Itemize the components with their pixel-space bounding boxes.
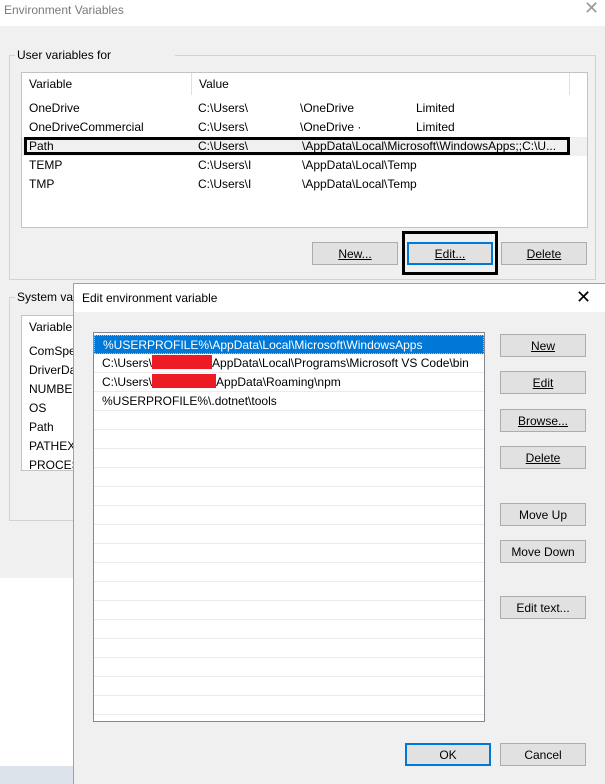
variable-name: OneDrive: [29, 101, 80, 115]
entry-text: %USERPROFILE%\AppData\Local\Microsoft\Wi…: [103, 338, 423, 352]
entry-text-prefix: C:\Users\: [102, 375, 153, 389]
move-up-label: Move Up: [518, 507, 568, 522]
new-label: New: [530, 338, 555, 353]
edit-text-button[interactable]: Edit text...: [500, 596, 586, 619]
variable-value: C:\Users\I: [198, 177, 252, 191]
empty-list-row[interactable]: [94, 430, 484, 449]
dialog-title: Edit environment variable: [82, 291, 218, 305]
move-down-button[interactable]: Move Down: [500, 540, 586, 563]
variable-value: C:\Users\I: [198, 158, 252, 172]
system-variables-label: System var: [15, 290, 80, 304]
empty-list-row[interactable]: [94, 506, 484, 525]
empty-list-row[interactable]: [94, 468, 484, 487]
table-row[interactable]: OneDriveCommercial C:\Users\ \OneDrive ·…: [22, 118, 587, 137]
empty-list-row[interactable]: [94, 563, 484, 582]
empty-list-row[interactable]: [94, 677, 484, 696]
redaction-block: [152, 374, 217, 388]
redaction-block: [152, 355, 213, 369]
entry-text-prefix: C:\Users\: [102, 356, 153, 370]
taskbar-fragment: [0, 766, 73, 784]
table-row[interactable]: DriverDa: [29, 361, 76, 380]
table-row[interactable]: TMP C:\Users\I \AppData\Local\Temp: [22, 175, 587, 194]
edit-button-highlight: [402, 231, 498, 275]
browse-label: Browse...: [517, 413, 568, 428]
empty-list-row[interactable]: [94, 582, 484, 601]
variable-extra: Limited: [416, 101, 455, 115]
list-item[interactable]: %USERPROFILE%\.dotnet\tools: [94, 392, 484, 411]
edit-text-label: Edit text...: [516, 600, 570, 615]
entry-text-suffix: AppData\Local\Programs\Microsoft VS Code…: [212, 356, 469, 370]
variable-value-tail: \OneDrive ·: [300, 120, 362, 134]
user-delete-button[interactable]: Delete: [501, 242, 587, 265]
variable-value-tail: \AppData\Local\Temp: [302, 177, 417, 191]
ok-label: OK: [439, 747, 457, 762]
user-delete-label: Delete: [526, 246, 562, 261]
table-row[interactable]: OneDrive C:\Users\ \OneDrive Limited: [22, 99, 587, 118]
close-icon[interactable]: ✕: [584, 0, 599, 19]
delete-label: Delete: [525, 450, 561, 465]
variable-value-tail: \AppData\Local\Temp: [302, 158, 417, 172]
variable-name: TMP: [29, 177, 55, 191]
empty-list-row[interactable]: [94, 601, 484, 620]
table-row[interactable]: TEMP C:\Users\I \AppData\Local\Temp: [22, 156, 587, 175]
entry-text-suffix: AppData\Roaming\npm: [216, 375, 341, 389]
delete-button[interactable]: Delete: [500, 446, 586, 469]
empty-list-row[interactable]: [94, 487, 484, 506]
empty-list-row[interactable]: [94, 411, 484, 430]
move-up-button[interactable]: Move Up: [500, 503, 586, 526]
list-item[interactable]: C:\Users\ AppData\Local\Programs\Microsof…: [94, 354, 484, 373]
variable-name: OneDriveCommercial: [29, 120, 144, 134]
table-row[interactable]: ComSpe: [29, 342, 76, 361]
path-row-highlight: [24, 137, 570, 155]
header-spacer: [569, 73, 587, 95]
table-row[interactable]: Path: [29, 418, 54, 437]
new-button[interactable]: New: [500, 334, 586, 357]
edit-button[interactable]: Edit: [500, 371, 586, 394]
cancel-button[interactable]: Cancel: [500, 743, 586, 766]
empty-list-row[interactable]: [94, 639, 484, 658]
edit-environment-variable-dialog: Edit environment variable ✕ %USERPROFILE…: [73, 283, 605, 784]
empty-list-row[interactable]: [94, 696, 484, 715]
variable-value: C:\Users\: [198, 120, 249, 134]
close-icon[interactable]: ✕: [576, 287, 591, 308]
empty-list-row[interactable]: [94, 449, 484, 468]
table-row[interactable]: OS: [29, 399, 46, 418]
path-entries-list[interactable]: %USERPROFILE%\AppData\Local\Microsoft\Wi…: [93, 332, 485, 722]
column-header-value[interactable]: Value: [192, 73, 570, 95]
edit-label: Edit: [532, 375, 554, 390]
user-new-button[interactable]: New...: [312, 242, 398, 265]
empty-list-row[interactable]: [94, 544, 484, 563]
window-title: Environment Variables: [4, 3, 124, 17]
column-header-variable[interactable]: Variable: [22, 73, 192, 95]
empty-list-row[interactable]: [94, 620, 484, 639]
empty-list-row[interactable]: [94, 658, 484, 677]
user-variables-label: User variables for: [15, 48, 176, 62]
entry-text: %USERPROFILE%\.dotnet\tools: [102, 394, 277, 408]
variable-value-tail: \OneDrive: [300, 101, 355, 115]
variable-name: TEMP: [29, 158, 63, 172]
browse-button[interactable]: Browse...: [500, 409, 586, 432]
list-item-selected[interactable]: %USERPROFILE%\AppData\Local\Microsoft\Wi…: [94, 335, 484, 354]
empty-list-row[interactable]: [94, 525, 484, 544]
user-new-label: New...: [338, 246, 372, 261]
title-bar: Edit environment variable ✕: [74, 284, 605, 312]
ok-button[interactable]: OK: [405, 743, 491, 766]
variable-extra: Limited: [416, 120, 455, 134]
cancel-label: Cancel: [524, 747, 562, 762]
list-item[interactable]: C:\Users\ AppData\Roaming\npm: [94, 373, 484, 392]
title-bar: Environment Variables ✕: [0, 0, 605, 26]
variable-value: C:\Users\: [198, 101, 249, 115]
move-down-label: Move Down: [511, 544, 575, 559]
